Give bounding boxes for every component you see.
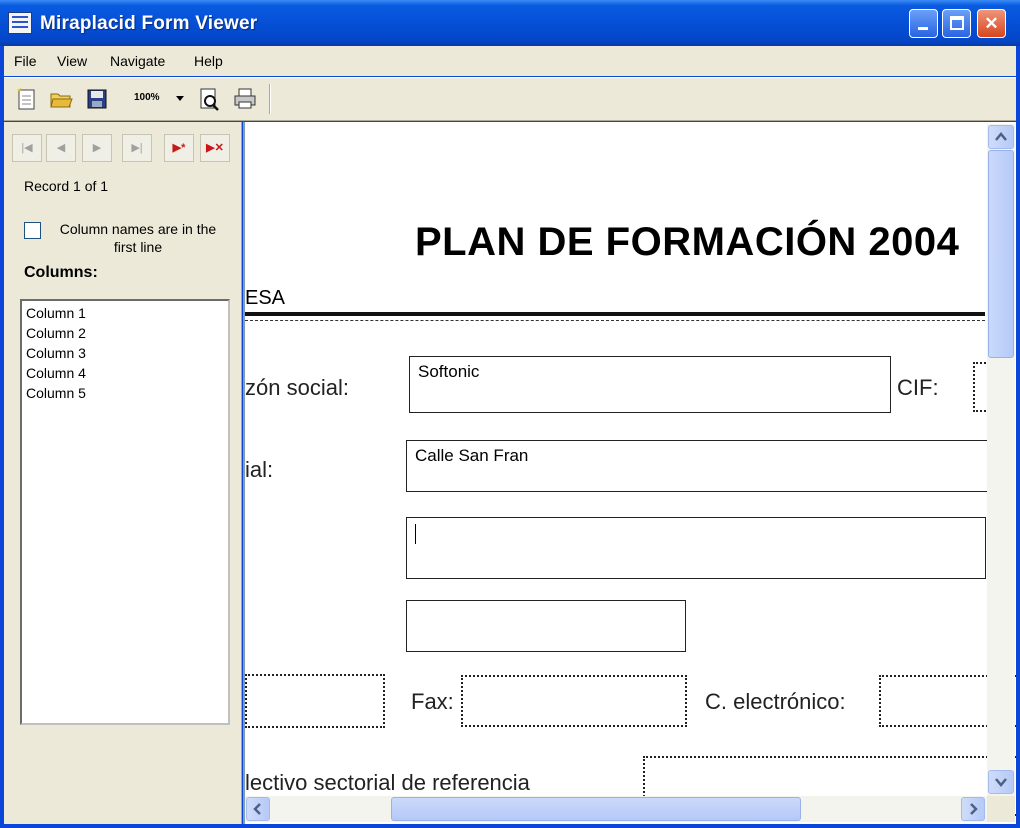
menu-bar: File View Navigate Help <box>4 46 1016 76</box>
navigator-panel: |◀ ◀ ▶ ▶| ▶* ▶✕ Record 1 of 1 Column nam… <box>4 122 242 824</box>
add-record-button[interactable]: ▶* <box>164 134 194 162</box>
vertical-scroll-thumb[interactable] <box>988 150 1014 358</box>
list-item[interactable]: Column 3 <box>26 343 224 363</box>
menu-file[interactable]: File <box>14 53 37 69</box>
toolbar: 100% <box>4 77 1016 121</box>
postal-field[interactable] <box>406 600 686 652</box>
document-view[interactable]: PLAN DE FORMACIÓN 2004 ESA zón social: S… <box>243 122 1016 824</box>
chevron-right-icon <box>970 803 978 815</box>
fax-field[interactable] <box>461 675 687 727</box>
columns-list[interactable]: Column 1 Column 2 Column 3 Column 4 Colu… <box>20 299 230 725</box>
list-item[interactable]: Column 4 <box>26 363 224 383</box>
menu-help[interactable]: Help <box>194 53 223 69</box>
section-label: ESA <box>245 287 286 309</box>
list-item[interactable]: Column 5 <box>26 383 224 403</box>
divider <box>245 312 985 316</box>
first-record-icon: |◀ <box>21 142 33 154</box>
save-icon[interactable] <box>84 86 110 112</box>
minimize-icon <box>918 27 928 30</box>
scroll-down-button[interactable] <box>988 770 1014 794</box>
menu-navigate[interactable]: Navigate <box>110 53 165 69</box>
zoom-value: 100% <box>134 92 160 103</box>
scroll-left-button[interactable] <box>246 797 270 821</box>
columns-heading: Columns: <box>24 264 98 281</box>
cif-label: CIF: <box>897 375 939 400</box>
menu-view[interactable]: View <box>57 53 87 69</box>
razon-social-value: Softonic <box>418 362 480 381</box>
delete-record-button[interactable]: ▶✕ <box>200 134 230 162</box>
divider <box>245 320 985 323</box>
domicilio-field[interactable]: Calle San Fran <box>406 440 1006 492</box>
address-line-field[interactable] <box>406 517 986 579</box>
last-record-button[interactable]: ▶| <box>122 134 152 162</box>
resize-grip[interactable] <box>987 796 1015 822</box>
list-item[interactable]: Column 2 <box>26 323 224 343</box>
new-icon[interactable] <box>14 86 40 112</box>
open-folder-icon[interactable] <box>48 86 74 112</box>
razon-social-label: zón social: <box>245 375 349 400</box>
horizontal-scrollbar[interactable] <box>245 796 987 822</box>
razon-social-field[interactable]: Softonic <box>409 356 891 413</box>
window-title: Miraplacid Form Viewer <box>40 13 258 34</box>
email-label: C. electrónico: <box>705 689 846 714</box>
list-item[interactable]: Column 1 <box>26 303 224 323</box>
previous-record-button[interactable]: ◀ <box>46 134 76 162</box>
next-record-button[interactable]: ▶ <box>82 134 112 162</box>
column-names-checkbox[interactable] <box>24 222 41 239</box>
print-icon[interactable] <box>232 86 258 112</box>
close-button[interactable]: ✕ <box>977 9 1006 38</box>
chevron-left-icon <box>253 803 261 815</box>
last-record-icon: ▶| <box>131 142 143 154</box>
app-icon <box>8 12 32 34</box>
vertical-scrollbar[interactable] <box>987 124 1015 796</box>
app-window: Miraplacid Form Viewer ✕ File View Navig… <box>0 0 1020 828</box>
text-caret <box>415 524 416 544</box>
toolbar-separator <box>269 84 271 114</box>
previous-record-icon: ◀ <box>56 142 66 154</box>
horizontal-scroll-thumb[interactable] <box>391 797 801 821</box>
scroll-up-button[interactable] <box>988 125 1014 149</box>
next-record-icon: ▶ <box>92 142 102 154</box>
domicilio-label: ial: <box>245 457 274 482</box>
document-title: PLAN DE FORMACIÓN 2004 <box>415 220 960 264</box>
fax-label: Fax: <box>411 689 454 714</box>
record-counter: Record 1 of 1 <box>24 178 109 194</box>
phone-field[interactable] <box>245 674 385 728</box>
chevron-up-icon <box>995 132 1007 141</box>
chevron-down-icon <box>995 778 1007 787</box>
close-icon: ✕ <box>984 14 999 33</box>
column-names-checkbox-label: Column names are in the first line <box>59 221 217 255</box>
print-preview-icon[interactable] <box>196 86 222 112</box>
minimize-button[interactable] <box>909 9 938 38</box>
first-record-button[interactable]: |◀ <box>12 134 42 162</box>
title-bar[interactable]: Miraplacid Form Viewer ✕ <box>0 0 1020 46</box>
colectivo-label: lectivo sectorial de referencia <box>245 770 530 795</box>
zoom-combo[interactable]: 100% <box>128 88 186 110</box>
maximize-icon <box>950 16 964 30</box>
domicilio-value: Calle San Fran <box>415 446 529 465</box>
chevron-down-icon <box>176 96 184 101</box>
delete-record-icon: ▶✕ <box>206 142 224 154</box>
maximize-button[interactable] <box>942 9 971 38</box>
add-record-icon: ▶* <box>172 142 186 154</box>
scroll-right-button[interactable] <box>961 797 985 821</box>
